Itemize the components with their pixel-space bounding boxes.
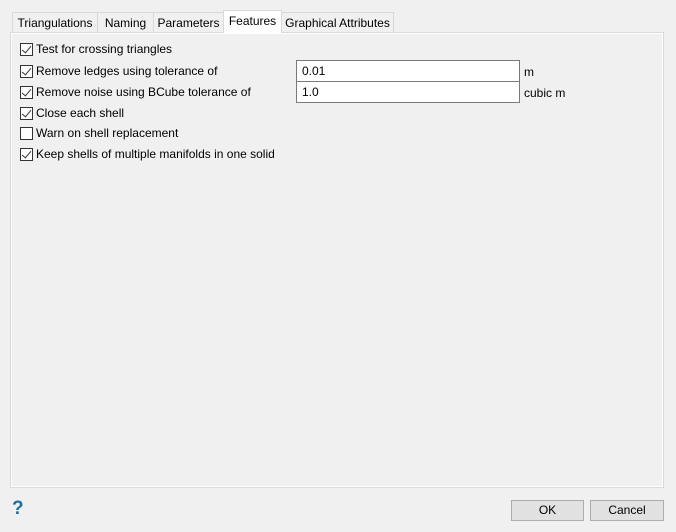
option-label: Close each shell <box>36 106 125 120</box>
ok-button[interactable]: OK <box>511 500 584 521</box>
ledge-tolerance-input[interactable] <box>296 60 520 82</box>
checkbox[interactable] <box>20 85 33 99</box>
checkbox[interactable] <box>20 147 33 161</box>
help-icon[interactable]: ? <box>12 498 24 520</box>
checkbox[interactable] <box>20 42 33 56</box>
option-remove-ledges[interactable]: Remove ledges using tolerance of <box>20 63 217 79</box>
tab-features[interactable]: Features <box>223 10 282 33</box>
option-label: Test for crossing triangles <box>36 42 173 56</box>
option-label: Keep shells of multiple manifolds in one… <box>36 147 275 161</box>
option-keep-shells[interactable]: Keep shells of multiple manifolds in one… <box>20 146 275 162</box>
option-test-crossing[interactable]: Test for crossing triangles <box>20 41 172 57</box>
tab-graphical-attributes[interactable]: Graphical Attributes <box>281 12 394 32</box>
option-close-shell[interactable]: Close each shell <box>20 105 124 121</box>
option-label: Warn on shell replacement <box>36 126 179 140</box>
tab-naming[interactable]: Naming <box>97 12 154 32</box>
tab-triangulations[interactable]: Triangulations <box>12 12 98 32</box>
checkbox[interactable] <box>20 126 33 140</box>
bcube-unit: cubic m <box>524 86 566 100</box>
cancel-button[interactable]: Cancel <box>590 500 664 521</box>
bcube-tolerance-input[interactable] <box>296 81 520 103</box>
option-label: Remove ledges using tolerance of <box>36 64 218 78</box>
option-label: Remove noise using BCube tolerance of <box>36 85 251 99</box>
checkbox[interactable] <box>20 64 33 78</box>
option-remove-noise[interactable]: Remove noise using BCube tolerance of <box>20 84 251 100</box>
ledge-unit: m <box>524 65 534 79</box>
option-warn-replacement[interactable]: Warn on shell replacement <box>20 125 178 141</box>
checkbox[interactable] <box>20 106 33 120</box>
tab-parameters[interactable]: Parameters <box>153 12 224 32</box>
